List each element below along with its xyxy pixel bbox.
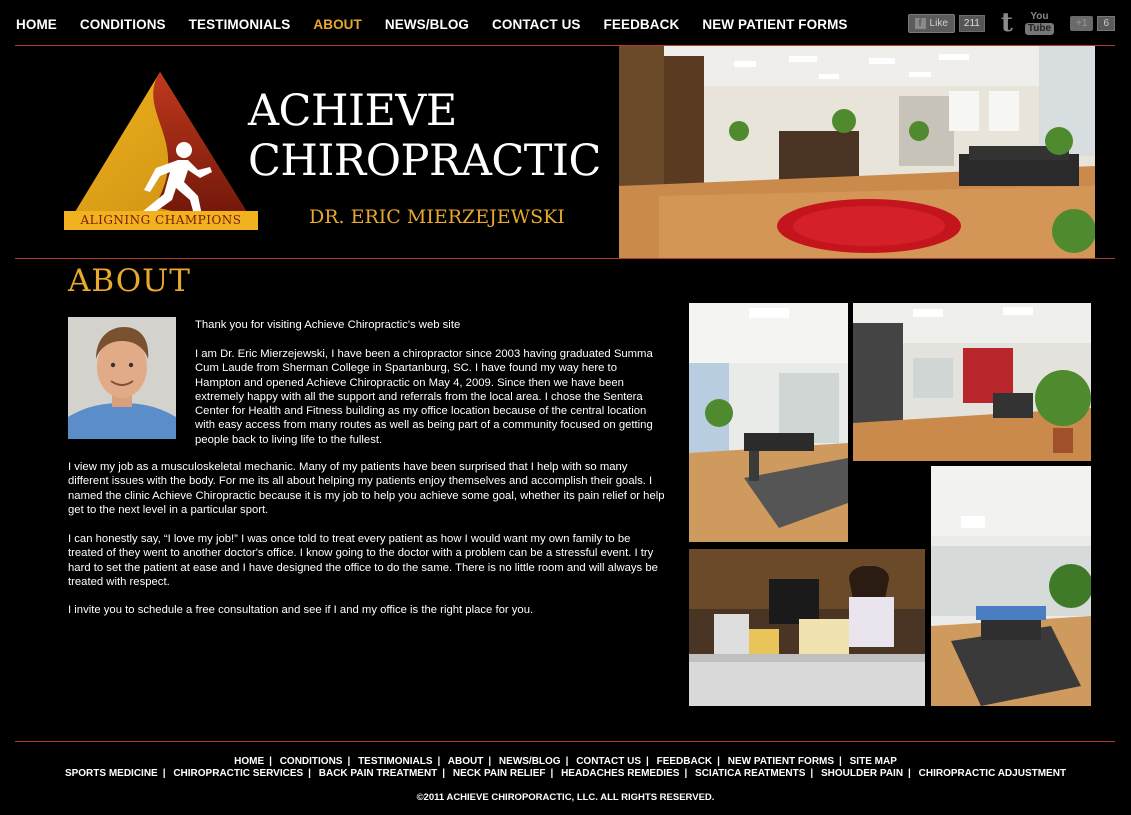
- footer-link-back-pain-treatment[interactable]: BACK PAIN TREATMENT: [319, 768, 438, 779]
- doctor-name: DR. ERIC MIERZEJEWSKI: [309, 206, 565, 228]
- footer-link-new-patient-forms[interactable]: NEW PATIENT FORMS: [728, 756, 834, 767]
- nav-about[interactable]: ABOUT: [313, 17, 362, 32]
- facebook-like-button[interactable]: f Like: [907, 13, 955, 33]
- doctor-portrait: [68, 317, 176, 439]
- footer-link-sports-medicine[interactable]: SPORTS MEDICINE: [65, 768, 158, 779]
- nav-news-blog[interactable]: NEWS/BLOG: [385, 17, 469, 32]
- top-nav: HOME CONDITIONS TESTIMONIALS ABOUT NEWS/…: [16, 14, 871, 34]
- nav-contact-us[interactable]: CONTACT US: [492, 17, 581, 32]
- footer-link-sciatica-treatments[interactable]: SCIATICA REATMENTS: [695, 768, 805, 779]
- treatment-room-photo-2: [931, 466, 1091, 706]
- google-plus-one[interactable]: +1 6: [1070, 15, 1115, 31]
- treatment-room-photo-1: [689, 303, 848, 542]
- twitter-icon[interactable]: t: [1001, 10, 1013, 36]
- about-paragraph-1: I am Dr. Eric Mierzejewski, I have been …: [195, 348, 653, 446]
- youtube-tube: Tube: [1024, 22, 1055, 35]
- facebook-like[interactable]: f Like 211: [907, 13, 985, 33]
- footer-link-neck-pain-relief[interactable]: NECK PAIN RELIEF: [453, 768, 546, 779]
- footer-link-testimonials[interactable]: TESTIMONIALS: [358, 756, 432, 767]
- footer-divider: [15, 741, 1115, 742]
- page-title: ABOUT: [68, 263, 191, 299]
- google-plus-one-count: 6: [1097, 15, 1115, 31]
- office-lobby-photo: [619, 46, 1095, 258]
- footer-links-services: SPORTS MEDICINE | CHIROPRACTIC SERVICES | …: [64, 768, 1067, 779]
- footer-link-about[interactable]: ABOUT: [448, 756, 484, 767]
- nav-testimonials[interactable]: TESTIMONIALS: [189, 17, 291, 32]
- logo-tagline: ALIGNING CHAMPIONS: [80, 213, 242, 227]
- brand-line-achieve: ACHIEVE: [248, 86, 457, 136]
- footer-link-home[interactable]: HOME: [234, 756, 264, 767]
- social-bar: f Like 211 t You Tube +1 6: [907, 10, 1115, 36]
- nav-conditions[interactable]: CONDITIONS: [80, 17, 166, 32]
- office-hallway-photo: [853, 303, 1091, 461]
- front-desk-photo: [689, 549, 925, 706]
- achieve-chiropractic-logo[interactable]: [64, 72, 260, 232]
- facebook-icon: f: [914, 17, 926, 29]
- google-plus-one-button[interactable]: +1: [1070, 15, 1094, 31]
- brand-name: ACHIEVE CHIROPRACTIC: [248, 86, 601, 186]
- nav-home[interactable]: HOME: [16, 17, 57, 32]
- footer-link-contact-us[interactable]: CONTACT US: [576, 756, 641, 767]
- about-paragraph-3: I can honestly say, “I love my job!” I w…: [68, 533, 658, 588]
- nav-feedback[interactable]: FEEDBACK: [604, 17, 680, 32]
- youtube-you: You: [1030, 10, 1049, 22]
- footer-link-shoulder-pain[interactable]: SHOULDER PAIN: [821, 768, 903, 779]
- footer-link-site-map[interactable]: SITE MAP: [850, 756, 897, 767]
- nav-new-patient-forms[interactable]: NEW PATIENT FORMS: [702, 17, 847, 32]
- about-intro: Thank you for visiting Achieve Chiroprac…: [195, 319, 461, 331]
- footer-link-feedback[interactable]: FEEDBACK: [657, 756, 713, 767]
- header-banner: ALIGNING CHAMPIONS ACHIEVE CHIROPRACTIC …: [16, 46, 1096, 258]
- facebook-like-label: Like: [929, 17, 948, 29]
- brand-line-chiropractic: CHIROPRACTIC: [248, 136, 601, 186]
- footer-link-chiropractic-services[interactable]: CHIROPRACTIC SERVICES: [173, 768, 303, 779]
- doctor-portrait-image: [68, 317, 176, 439]
- youtube-icon[interactable]: You Tube: [1024, 10, 1055, 35]
- facebook-like-count: 211: [958, 14, 985, 32]
- about-paragraph-4: I invite you to schedule a free consulta…: [68, 604, 534, 616]
- about-paragraph-2: I view my job as a musculoskeletal mecha…: [68, 461, 665, 516]
- footer-links-primary: HOME | CONDITIONS | TESTIMONIALS | ABOUT | N…: [234, 756, 897, 767]
- footer-link-conditions[interactable]: CONDITIONS: [280, 756, 343, 767]
- copyright: ©2011 ACHIEVE CHIROPORACTIC, LLC. ALL RI…: [416, 792, 715, 803]
- banner-divider: [15, 258, 1115, 259]
- footer-link-news-blog[interactable]: NEWS/BLOG: [499, 756, 561, 767]
- footer-link-chiropractic-adjustment[interactable]: CHIROPRACTIC ADJUSTMENT: [919, 768, 1066, 779]
- footer-link-headaches-remedies[interactable]: HEADACHES REMEDIES: [561, 768, 679, 779]
